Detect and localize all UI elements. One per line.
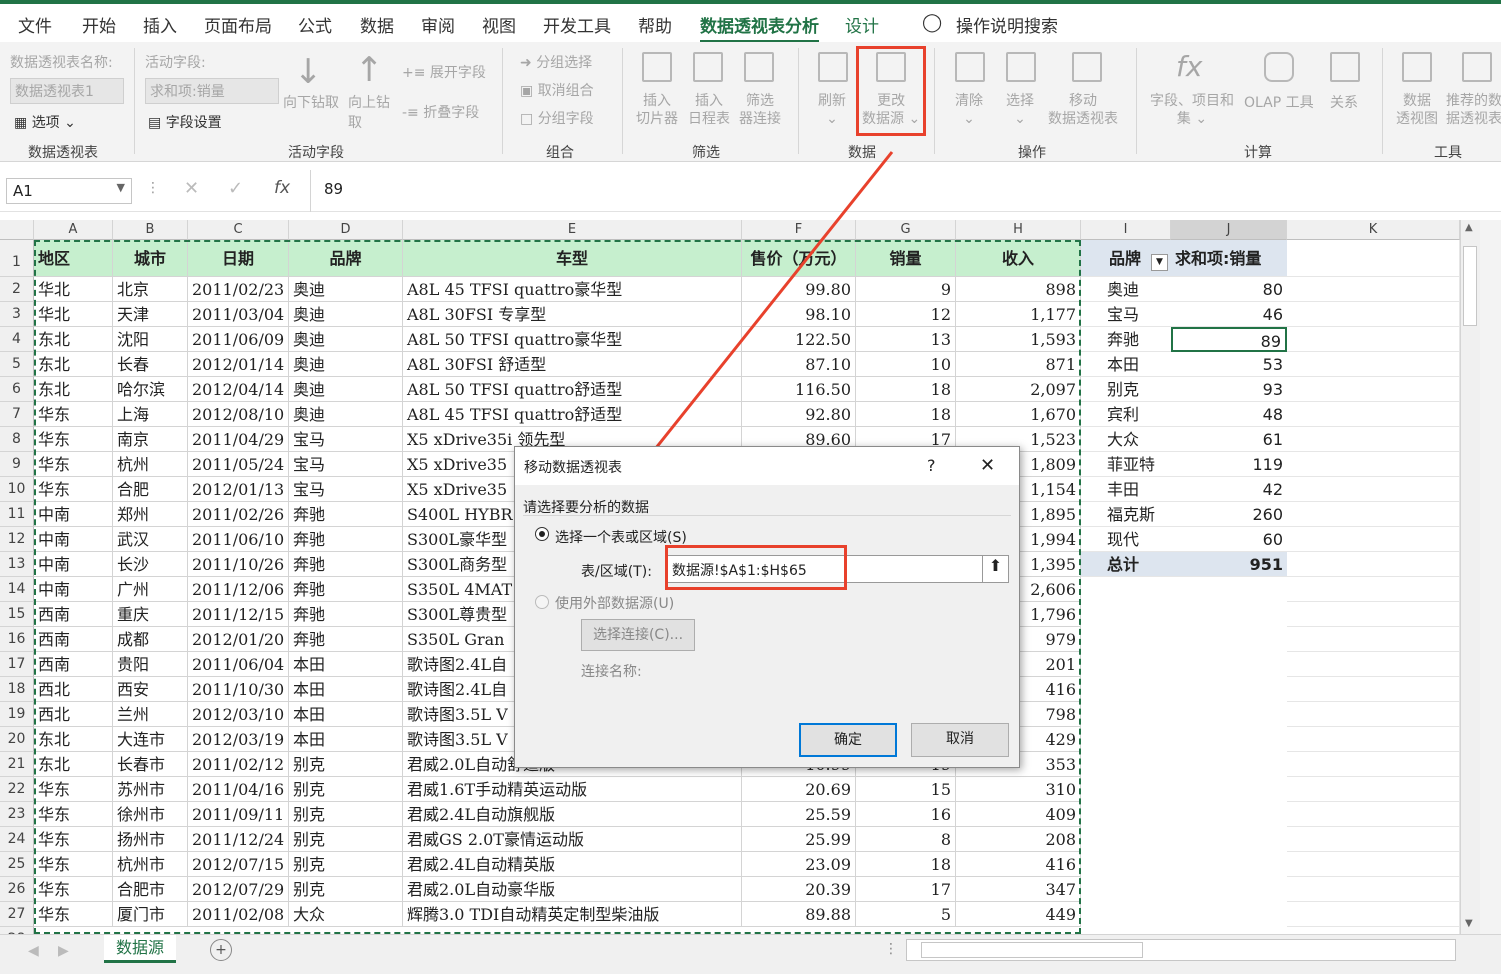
cancel-button[interactable]: 取消 — [911, 723, 1009, 757]
dialog-titlebar: 移动数据透视表 ? ✕ — [515, 447, 1019, 485]
range-label: 表/区域(T): — [581, 564, 652, 580]
sheet-tab-bar: ◀ ▶ 数据源 + ⋮ — [0, 934, 1501, 974]
prev-sheet-icon[interactable]: ◀ — [28, 943, 39, 959]
ok-button[interactable]: 确定 — [799, 723, 897, 757]
radio-external[interactable] — [535, 595, 549, 609]
divider — [523, 515, 1011, 516]
dialog-prompt: 请选择要分析的数据 — [523, 500, 649, 516]
next-sheet-icon[interactable]: ▶ — [58, 943, 69, 959]
option-range-label[interactable]: 选择一个表或区域(S) — [555, 527, 687, 547]
add-sheet-icon[interactable]: + — [210, 939, 232, 961]
choose-connection-button[interactable]: 选择连接(C)... — [581, 619, 695, 651]
option-external-label[interactable]: 使用外部数据源(U) — [555, 593, 674, 613]
radio-range[interactable] — [535, 527, 549, 541]
connection-name-label: 连接名称: — [581, 664, 642, 680]
collapse-dialog-icon[interactable]: ⬆ — [982, 556, 1008, 582]
horizontal-scrollbar[interactable] — [906, 939, 1456, 961]
help-icon[interactable]: ? — [927, 456, 936, 475]
dialog-title: 移动数据透视表 — [524, 460, 622, 476]
annotation-arrow-line — [630, 151, 894, 479]
close-icon[interactable]: ✕ — [980, 455, 995, 476]
radio-dot — [539, 531, 545, 537]
highlight-box — [665, 545, 847, 590]
more-icon: ⋮ — [884, 941, 898, 957]
sheet-tab-datasource[interactable]: 数据源 — [104, 935, 176, 963]
hscroll-thumb[interactable] — [921, 942, 1143, 958]
move-pivot-dialog: 移动数据透视表 ? ✕ 请选择要分析的数据 选择一个表或区域(S) 表/区域(T… — [514, 446, 1020, 768]
